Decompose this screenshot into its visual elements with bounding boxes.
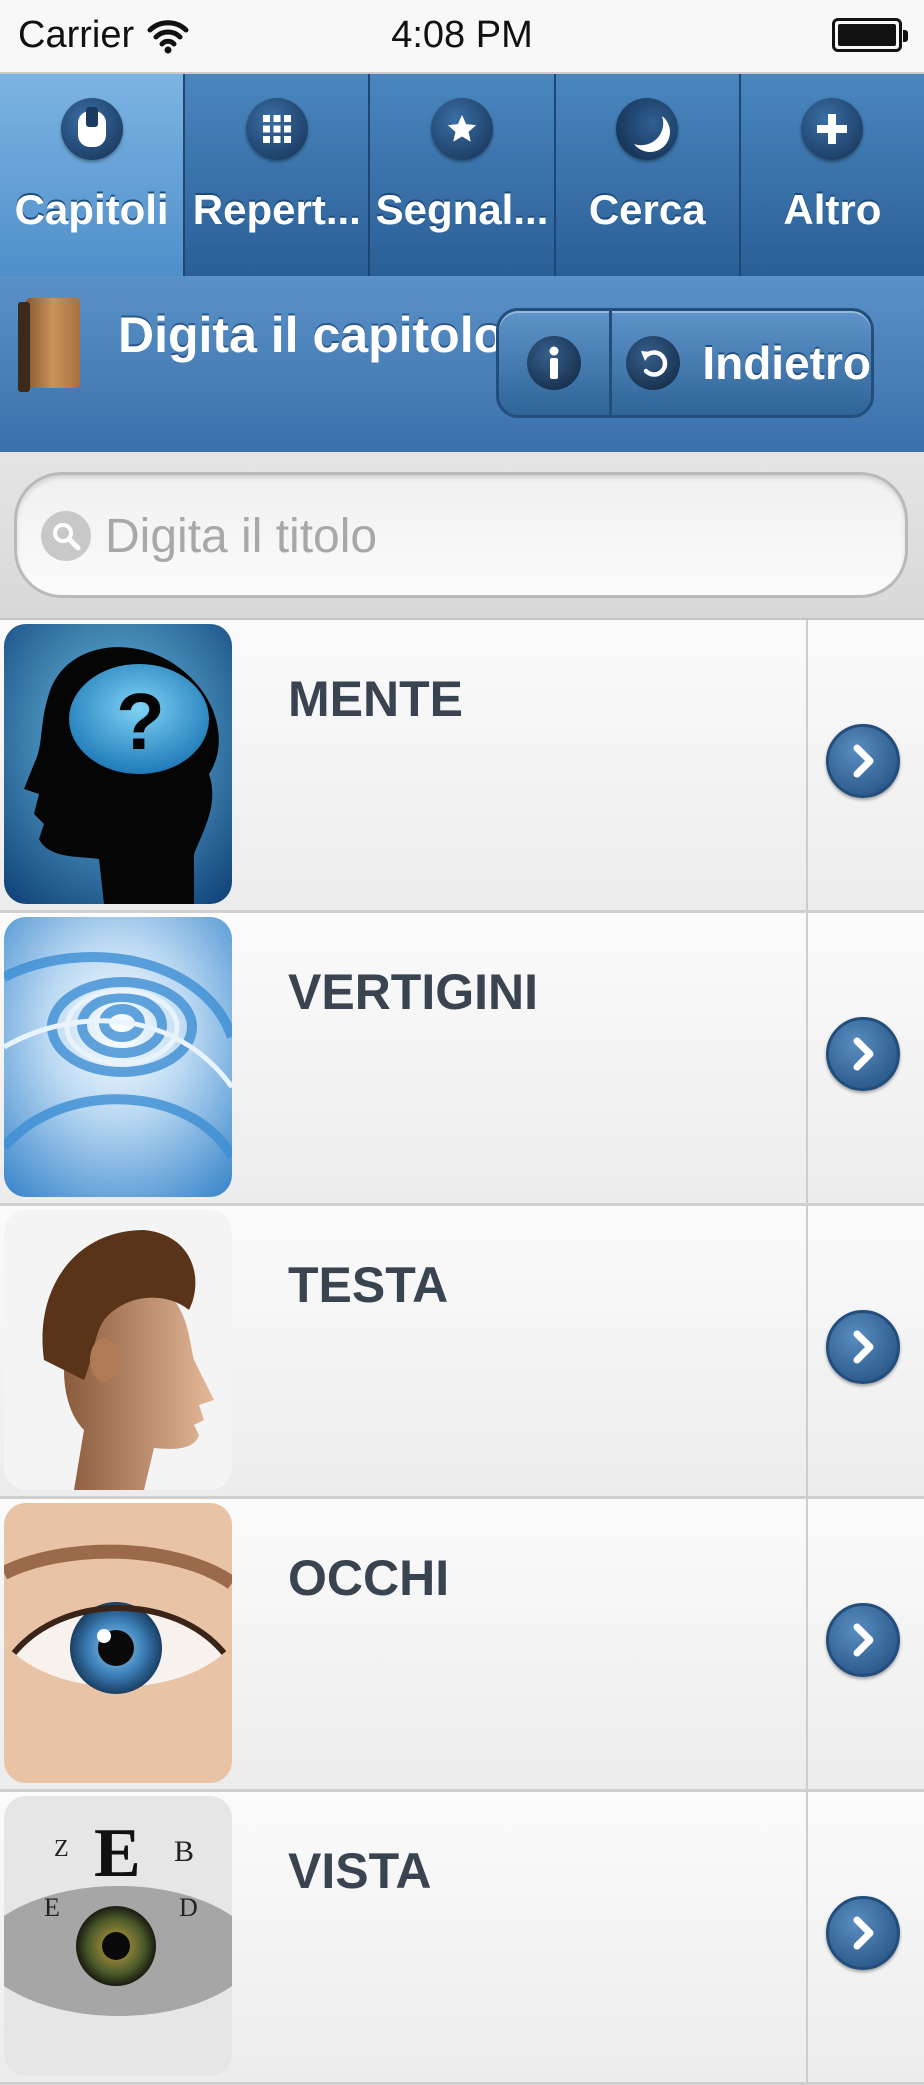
- tab-cerca[interactable]: Cerca: [556, 74, 741, 276]
- svg-text:E: E: [94, 1815, 141, 1892]
- list-item-title: MENTE: [288, 671, 463, 727]
- list-item[interactable]: TESTA: [0, 1206, 924, 1499]
- book-icon: [18, 298, 80, 392]
- list-item[interactable]: VERTIGINI: [0, 913, 924, 1206]
- chapters-icon: [60, 98, 123, 160]
- chapter-header: Digita il capitolo Indietro: [0, 276, 924, 454]
- tab-label: Repert...: [192, 186, 361, 233]
- back-button[interactable]: Indietro: [612, 311, 871, 415]
- search-bar: [0, 452, 924, 620]
- list-item-title: VISTA: [288, 1843, 432, 1899]
- search-icon: [41, 511, 91, 561]
- info-button[interactable]: [499, 311, 613, 415]
- svg-text:?: ?: [116, 677, 165, 766]
- star-icon: [431, 98, 493, 160]
- tab-label: Capitoli: [14, 186, 169, 233]
- svg-text:Z: Z: [54, 1836, 69, 1862]
- head-profile-image: [4, 1210, 232, 1490]
- tab-label: Segnal...: [375, 186, 549, 233]
- tab-repertorio[interactable]: Repert...: [185, 74, 371, 276]
- chevron-right-icon[interactable]: [826, 1310, 900, 1384]
- tab-segnalibri[interactable]: Segnal...: [370, 74, 556, 276]
- blue-spiral-image: [4, 917, 232, 1197]
- page-title: Digita il capitolo: [118, 307, 505, 363]
- tab-label: Altro: [783, 186, 882, 233]
- moon-icon: [616, 98, 679, 160]
- chapter-list: ? MENTE VERTIGINI TESTA OCCHI E B E D Z …: [0, 620, 924, 2085]
- svg-text:E: E: [44, 1893, 60, 1922]
- head-question-mark-image: ?: [4, 624, 232, 904]
- header-button-group: Indietro: [496, 308, 874, 418]
- battery-icon: [832, 18, 908, 52]
- status-bar: Carrier 4:08 PM: [0, 0, 924, 74]
- search-field[interactable]: [14, 472, 908, 598]
- chevron-right-icon[interactable]: [826, 1896, 900, 1970]
- tab-capitoli[interactable]: Capitoli: [0, 74, 186, 276]
- list-item-title: TESTA: [288, 1257, 449, 1313]
- list-item[interactable]: E B E D Z VISTA: [0, 1792, 924, 2085]
- tab-bar: Capitoli Repert... Segnal... Cerca Altro: [0, 74, 924, 276]
- chevron-right-icon[interactable]: [826, 1603, 900, 1677]
- list-item[interactable]: ? MENTE: [0, 620, 924, 913]
- search-input[interactable]: [103, 493, 867, 579]
- back-label: Indietro: [702, 337, 871, 389]
- plus-icon: [801, 98, 864, 160]
- clock: 4:08 PM: [391, 14, 533, 56]
- svg-text:B: B: [174, 1835, 194, 1868]
- eye-chart-image: E B E D Z: [4, 1796, 232, 2076]
- chevron-right-icon[interactable]: [826, 724, 900, 798]
- eye-image: [4, 1503, 232, 1783]
- list-item-title: VERTIGINI: [288, 964, 539, 1020]
- tab-altro[interactable]: Altro: [741, 74, 924, 276]
- info-icon: [527, 336, 582, 390]
- list-item-title: OCCHI: [288, 1550, 450, 1606]
- svg-text:D: D: [179, 1893, 198, 1922]
- chevron-right-icon[interactable]: [826, 1017, 900, 1091]
- list-item[interactable]: OCCHI: [0, 1499, 924, 1792]
- grid-icon: [245, 98, 308, 160]
- undo-icon: [626, 336, 681, 390]
- tab-label: Cerca: [588, 186, 706, 233]
